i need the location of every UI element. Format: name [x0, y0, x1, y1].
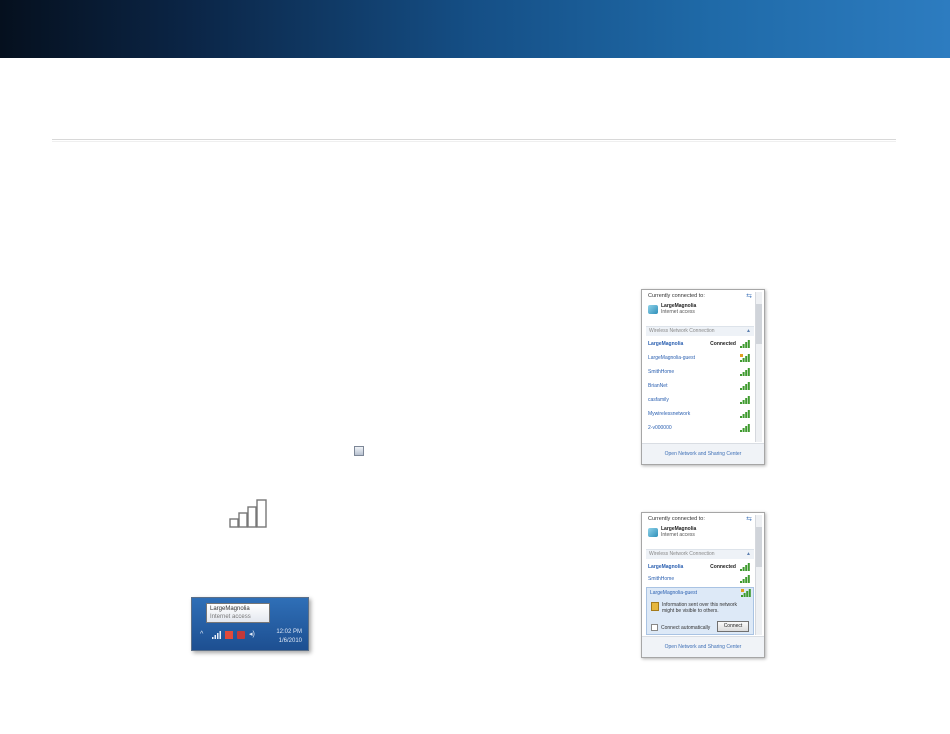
- network-name: SmithHome: [648, 369, 675, 375]
- wireless-networks-flyout-expanded: Currently connected to: ⇆ LargeMagnolia …: [641, 512, 765, 658]
- collapse-icon[interactable]: ▲: [746, 327, 751, 336]
- clock-time: 12:02 PM: [276, 629, 302, 635]
- network-row[interactable]: LargeMagnolia Connected: [648, 563, 752, 573]
- connect-automatically[interactable]: Connect automatically: [651, 624, 710, 631]
- signal-bars-icon: [740, 368, 750, 376]
- network-signal-icon[interactable]: [212, 631, 221, 639]
- divider: [52, 139, 896, 140]
- section-label: Wireless Network Connection: [649, 328, 715, 334]
- scrollbar-thumb[interactable]: [756, 304, 762, 344]
- divider-shadow: [52, 141, 896, 142]
- show-hidden-icon[interactable]: ^: [200, 631, 208, 639]
- network-name: Mywirelessnetwork: [648, 411, 691, 417]
- refresh-icon[interactable]: ⇆: [746, 515, 752, 523]
- section-label: Wireless Network Connection: [649, 551, 715, 557]
- network-row[interactable]: casfamily: [648, 396, 752, 406]
- volume-icon[interactable]: ◂): [249, 631, 257, 639]
- warning-text: Information sent over this network might…: [662, 602, 738, 614]
- open-network-sharing-link[interactable]: Open Network and Sharing Center: [642, 636, 764, 657]
- network-icon: [648, 304, 658, 314]
- network-row[interactable]: LargeMagnolia-guest: [648, 354, 752, 364]
- current-connection: LargeMagnolia Internet access: [648, 303, 696, 315]
- network-row[interactable]: SmithHome: [648, 368, 752, 378]
- selected-network[interactable]: LargeMagnolia-guest Information sent ove…: [646, 587, 754, 635]
- wireless-section-header[interactable]: Wireless Network Connection ▲: [646, 326, 754, 336]
- network-name: SmithHome: [648, 576, 675, 582]
- signal-bars-icon: [229, 499, 267, 528]
- network-row[interactable]: SmithHome: [648, 575, 752, 585]
- security-warning: Information sent over this network might…: [651, 602, 742, 614]
- collapse-icon[interactable]: ▲: [746, 550, 751, 559]
- tooltip-network-status: Internet access: [210, 614, 251, 620]
- tooltip-network-name: LargeMagnolia: [210, 606, 250, 612]
- scrollbar-thumb[interactable]: [756, 527, 762, 567]
- currently-connected-label: Currently connected to:: [648, 516, 705, 522]
- signal-bars-icon: [740, 424, 750, 432]
- clock[interactable]: 12:02 PM 1/6/2010: [276, 628, 302, 646]
- signal-bars-icon: [740, 410, 750, 418]
- wireless-networks-flyout: Currently connected to: ⇆ LargeMagnolia …: [641, 289, 765, 465]
- network-status: Connected: [710, 341, 736, 347]
- warning-shield-icon: [651, 602, 659, 611]
- refresh-icon[interactable]: ⇆: [746, 292, 752, 300]
- signal-bars-icon: [740, 563, 750, 571]
- network-row[interactable]: 2-v000000: [648, 424, 752, 434]
- network-name: casfamily: [648, 397, 669, 403]
- network-tooltip: LargeMagnolia Internet access: [206, 603, 270, 623]
- current-connection: LargeMagnolia Internet access: [648, 526, 696, 538]
- network-name: BrianNet: [648, 383, 668, 389]
- open-network-sharing-link[interactable]: Open Network and Sharing Center: [642, 443, 764, 464]
- signal-bars-icon: [741, 589, 751, 597]
- window-icon: [354, 446, 364, 456]
- network-name: LargeMagnolia: [648, 564, 684, 570]
- scrollbar[interactable]: [755, 292, 762, 442]
- network-name: LargeMagnolia-guest: [648, 355, 695, 361]
- network-row[interactable]: LargeMagnolia Connected: [648, 340, 752, 350]
- network-name: LargeMagnolia: [648, 341, 684, 347]
- flag-icon[interactable]: [225, 631, 233, 639]
- connect-automatically-label: Connect automatically: [661, 624, 711, 631]
- signal-bars-icon: [740, 396, 750, 404]
- connect-automatically-checkbox[interactable]: [651, 624, 658, 631]
- scrollbar[interactable]: [755, 515, 762, 635]
- signal-bars-icon: [740, 382, 750, 390]
- signal-bars-icon: [740, 340, 750, 348]
- network-row[interactable]: BrianNet: [648, 382, 752, 392]
- tray-icons: ^ ◂): [200, 631, 257, 639]
- signal-bars-icon: [740, 575, 750, 583]
- wireless-section-header[interactable]: Wireless Network Connection ▲: [646, 549, 754, 559]
- network-name: 2-v000000: [648, 425, 672, 431]
- current-network-status: Internet access: [661, 309, 695, 315]
- shield-icon[interactable]: [237, 631, 245, 639]
- taskbar-snippet: LargeMagnolia Internet access ^ ◂) 12:02…: [191, 597, 309, 651]
- network-icon: [648, 527, 658, 537]
- network-row[interactable]: Mywirelessnetwork: [648, 410, 752, 420]
- header-banner: [0, 0, 950, 58]
- clock-date: 1/6/2010: [278, 638, 302, 644]
- connect-button[interactable]: Connect: [717, 621, 749, 632]
- signal-bars-icon: [740, 354, 750, 362]
- network-status: Connected: [710, 564, 736, 570]
- network-name: LargeMagnolia-guest: [650, 590, 697, 596]
- currently-connected-label: Currently connected to:: [648, 293, 705, 299]
- current-network-status: Internet access: [661, 532, 695, 538]
